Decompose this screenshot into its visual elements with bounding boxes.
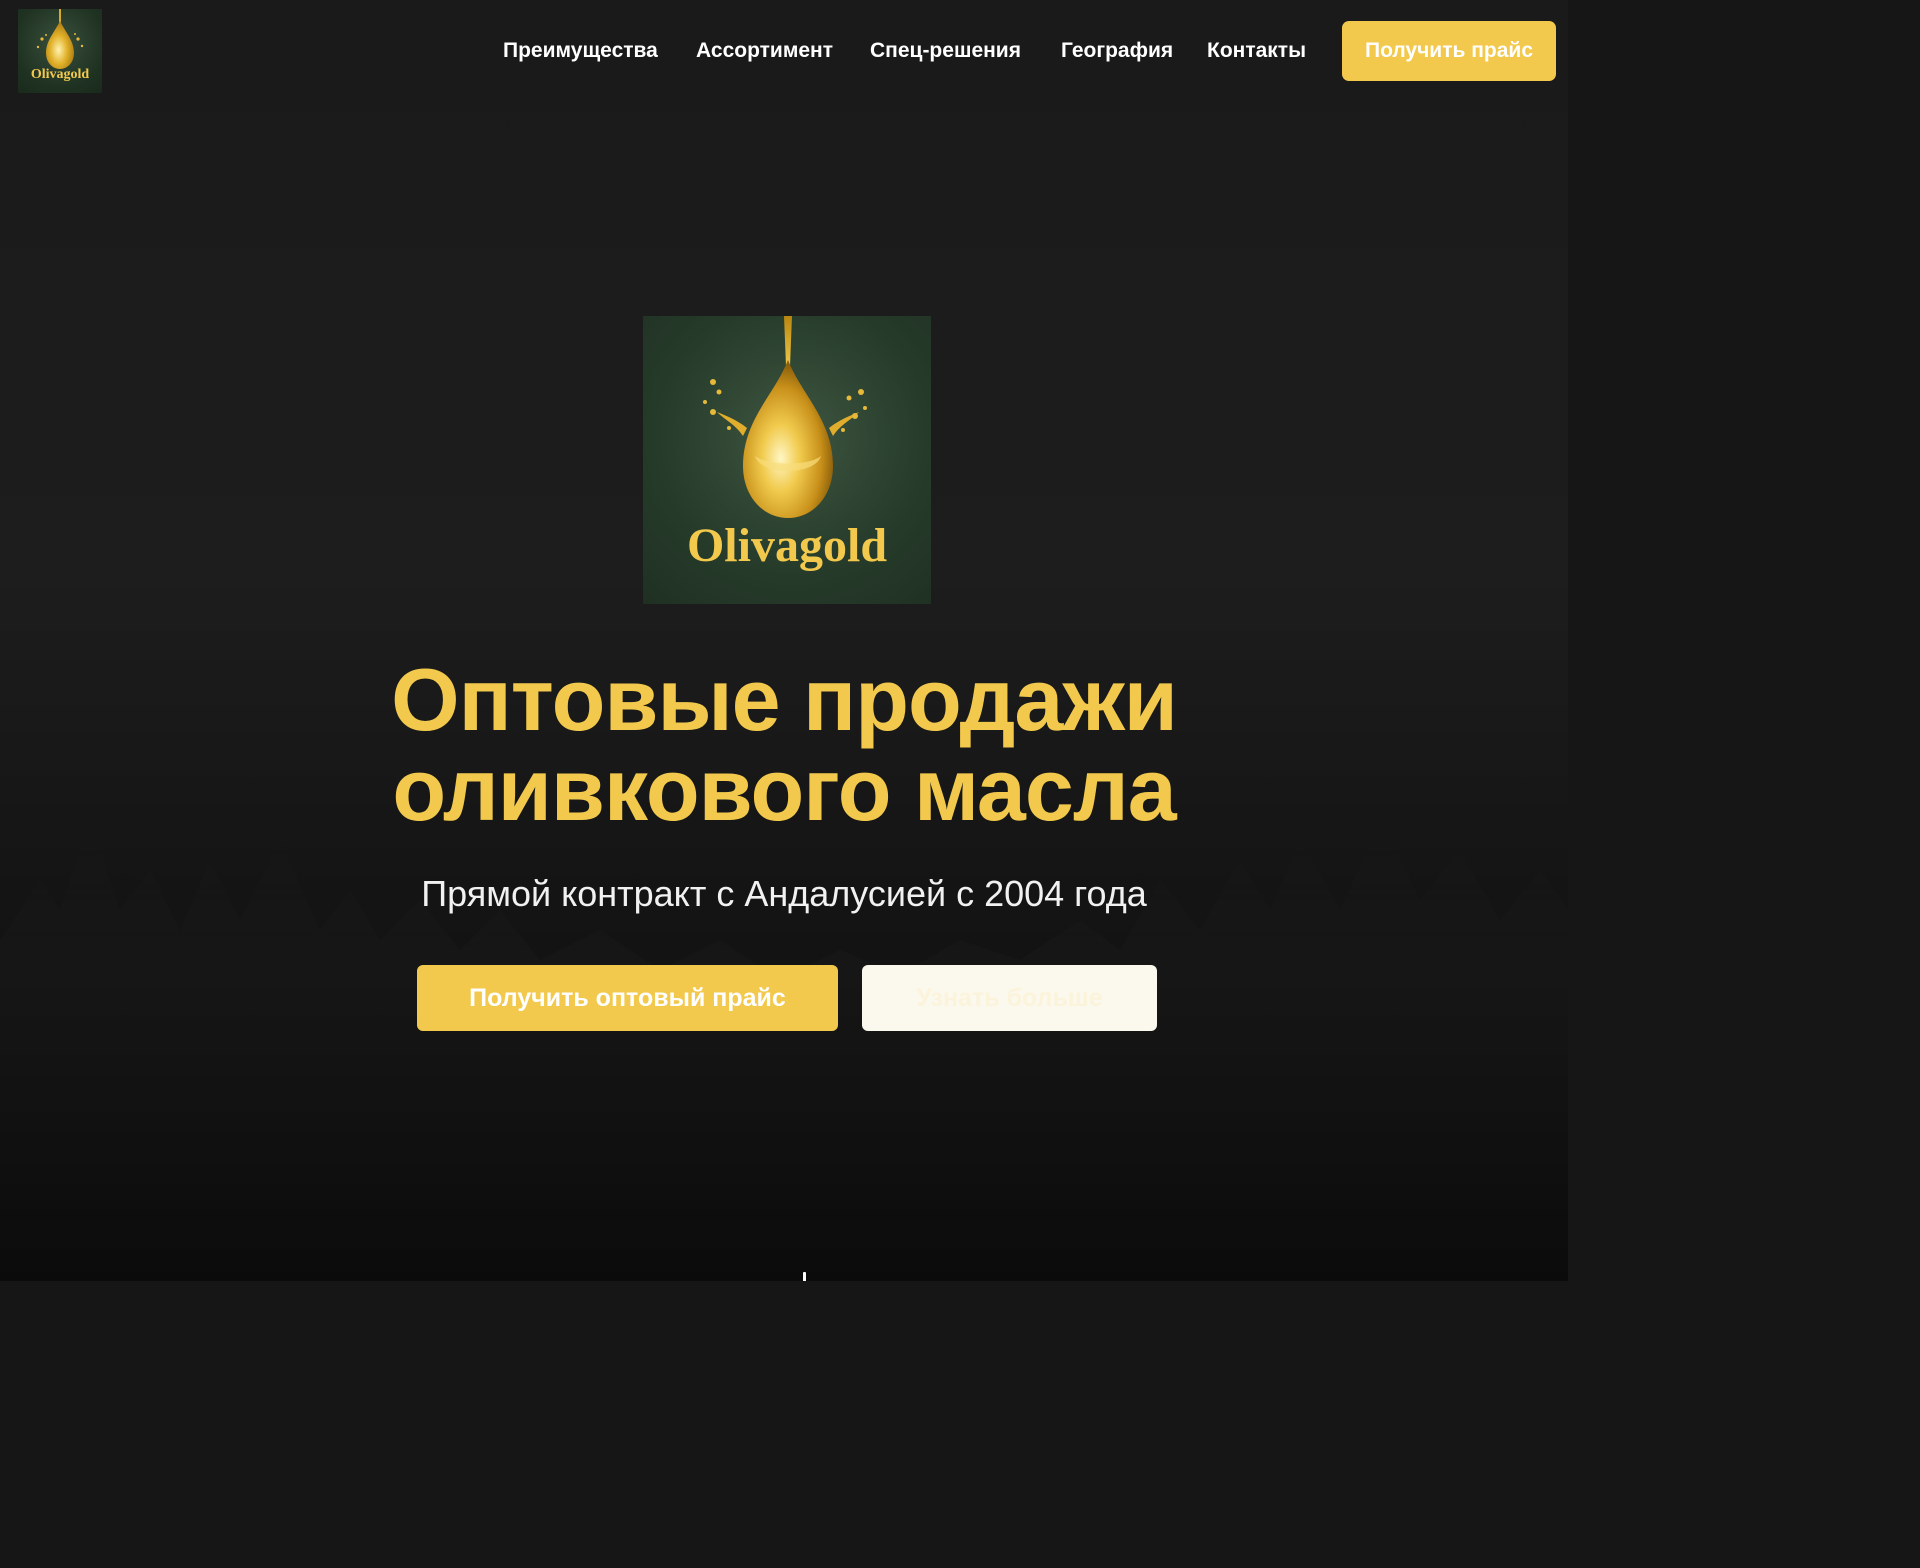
hero-logo-text: Olivagold (686, 519, 888, 572)
header-logo-text: Olivagold (30, 67, 90, 82)
site-header: Olivagold Преимущества Ассортимент Спец-… (0, 0, 1568, 102)
hero-logo: Olivagold (643, 316, 931, 604)
get-wholesale-price-button[interactable]: Получить оптовый прайс (417, 965, 838, 1031)
nav-link-assortment[interactable]: Ассортимент (696, 36, 833, 66)
hero-title-line-1: Оптовые продажи (391, 650, 1178, 749)
hero-title-line-2: оливкового масла (392, 740, 1176, 839)
nav-link-special-solutions[interactable]: Спец-решения (870, 36, 1021, 66)
nav-link-geography[interactable]: География (1061, 36, 1173, 66)
nav-link-contacts[interactable]: Контакты (1207, 36, 1306, 66)
main-nav: Преимущества Ассортимент Спец-решения Ге… (0, 36, 1568, 66)
scroll-down-icon[interactable] (803, 1272, 806, 1281)
get-price-button[interactable]: Получить прайс (1342, 21, 1556, 81)
learn-more-button[interactable]: Узнать больше (862, 965, 1157, 1031)
hero-subtitle: Прямой контракт с Андалусией с 2004 года (421, 873, 1147, 914)
landing-page: Olivagold Преимущества Ассортимент Спец-… (0, 0, 1568, 1281)
nav-link-advantages[interactable]: Преимущества (503, 36, 658, 66)
hero-title: Оптовые продажи оливкового масла (284, 655, 1284, 835)
